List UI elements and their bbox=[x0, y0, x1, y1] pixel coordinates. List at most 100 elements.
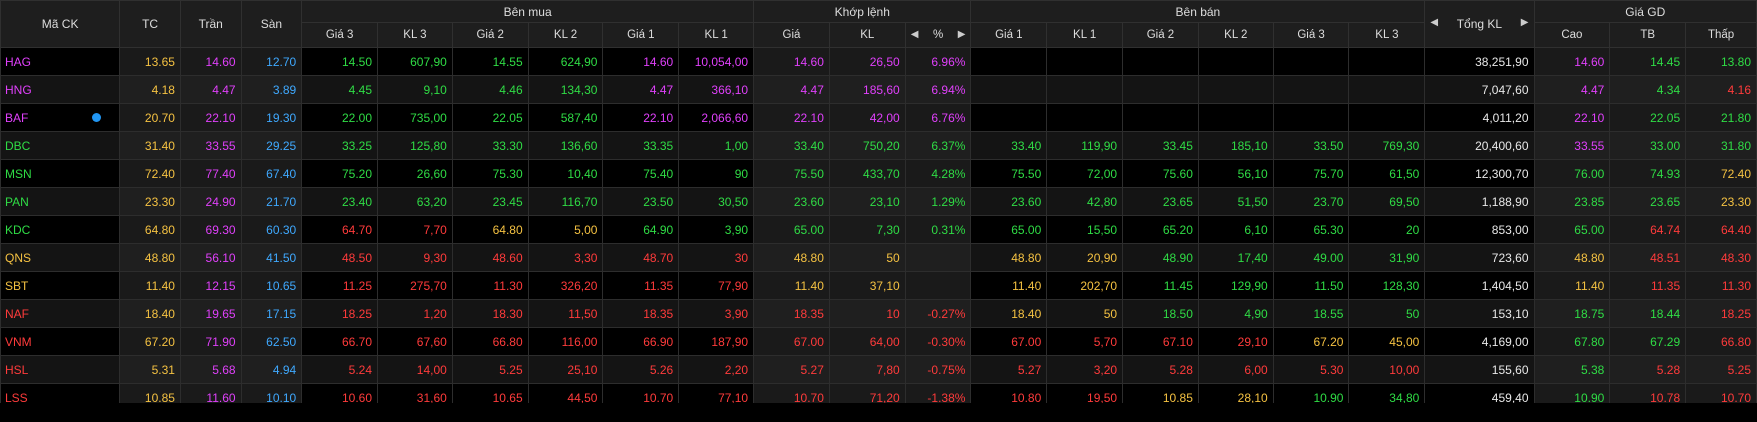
low-cell: 66.80 bbox=[1685, 327, 1757, 356]
table-row[interactable]: BAF 20.70 22.10 19.30 22.00 735,00 22.05 587,40… bbox=[0, 103, 1757, 132]
table-row[interactable]: DBC 31.40 33.55 29.25 33.25 125,80 33.30 136,60… bbox=[0, 131, 1757, 160]
match-change-cell: -0.75% bbox=[904, 355, 972, 384]
symbol-cell[interactable]: SBT bbox=[0, 271, 121, 300]
total-vol-cell: 723,60 bbox=[1424, 243, 1535, 272]
header-total-label[interactable]: Tổng KL bbox=[1457, 17, 1502, 31]
header-buy-price-2[interactable]: Giá 2 bbox=[451, 22, 529, 48]
symbol-cell[interactable]: QNS bbox=[0, 243, 121, 272]
ceil-cell: 4.47 bbox=[179, 75, 242, 104]
ask-vol-cell: 20 bbox=[1348, 215, 1426, 244]
header-buy-vol-3[interactable]: KL 3 bbox=[377, 22, 453, 48]
info-icon[interactable] bbox=[92, 113, 102, 122]
bid-price-cell: 23.40 bbox=[301, 187, 379, 216]
bid-price-cell: 18.35 bbox=[602, 299, 680, 328]
match-change-cell: 1.29% bbox=[904, 187, 972, 216]
bid-price-cell: 11.30 bbox=[451, 271, 529, 300]
header-high[interactable]: Cao bbox=[1533, 22, 1611, 48]
table-row[interactable]: HSL 5.31 5.68 4.94 5.24 14,00 5.25 25,10 5.26 2,2… bbox=[0, 355, 1757, 384]
match-change-cell: 6.37% bbox=[904, 131, 972, 160]
table-row[interactable]: QNS 48.80 56.10 41.50 48.50 9,30 48.60 3,30 48.7… bbox=[0, 243, 1757, 272]
symbol-cell[interactable]: HSL bbox=[0, 355, 121, 384]
ceil-cell: 33.55 bbox=[179, 131, 242, 160]
header-match-price[interactable]: Giá bbox=[753, 22, 830, 48]
prev-column-arrow-icon[interactable]: ◀ bbox=[1430, 17, 1438, 28]
header-sell-price-3[interactable]: Giá 3 bbox=[1272, 22, 1350, 48]
ask-price-cell: 65.30 bbox=[1272, 215, 1350, 244]
header-buy-vol-1[interactable]: KL 1 bbox=[678, 22, 755, 48]
header-match-vol[interactable]: KL bbox=[828, 22, 906, 48]
header-floor[interactable]: Sàn bbox=[240, 0, 303, 48]
table-row[interactable]: VNM 67.20 71.90 62.50 66.70 67,60 66.80 116,00 6… bbox=[0, 327, 1757, 356]
bid-vol-cell: 587,40 bbox=[527, 103, 604, 132]
table-row[interactable]: HAG 13.65 14.60 12.70 14.50 607,90 14.55 624,90… bbox=[0, 47, 1757, 76]
ask-vol-cell: 129,90 bbox=[1197, 271, 1274, 300]
total-vol-cell: 1,404,50 bbox=[1424, 271, 1535, 300]
symbol-cell[interactable]: BAF bbox=[0, 103, 121, 132]
header-ref[interactable]: TC bbox=[119, 0, 181, 48]
avg-cell: 5.28 bbox=[1609, 355, 1687, 384]
ask-vol-cell: 4,90 bbox=[1197, 299, 1274, 328]
table-row[interactable]: HNG 4.18 4.47 3.89 4.45 9,10 4.46 134,30 4.47 366… bbox=[0, 75, 1757, 104]
ask-price-cell: 18.50 bbox=[1122, 299, 1199, 328]
match-prev-arrow-icon[interactable]: ◀ bbox=[911, 29, 919, 40]
header-sell-price-2[interactable]: Giá 2 bbox=[1122, 22, 1199, 48]
header-buy-group: Bên mua bbox=[301, 0, 755, 23]
table-row[interactable]: MSN 72.40 77.40 67.40 75.20 26,60 75.30 10,40 75… bbox=[0, 159, 1757, 188]
table-row[interactable]: SBT 11.40 12.15 10.65 11.25 275,70 11.30 326,20… bbox=[0, 271, 1757, 300]
header-sell-vol-2[interactable]: KL 2 bbox=[1197, 22, 1274, 48]
ask-vol-cell bbox=[1348, 103, 1426, 132]
symbol-cell[interactable]: VNM bbox=[0, 327, 121, 356]
ask-price-cell: 33.50 bbox=[1272, 131, 1350, 160]
header-price-group: Giá GD bbox=[1533, 0, 1757, 23]
match-vol-cell: 750,20 bbox=[828, 131, 906, 160]
low-cell: 64.40 bbox=[1685, 215, 1757, 244]
match-next-arrow-icon[interactable]: ▶ bbox=[958, 29, 966, 40]
header-total: ◀ ▶ Tổng KL bbox=[1424, 0, 1535, 48]
next-column-arrow-icon[interactable]: ▶ bbox=[1521, 17, 1529, 28]
header-sell-vol-3[interactable]: KL 3 bbox=[1348, 22, 1426, 48]
header-ceil[interactable]: Trần bbox=[179, 0, 242, 48]
table-row[interactable]: NAF 18.40 19.65 17.15 18.25 1,20 18.30 11,50 18.… bbox=[0, 299, 1757, 328]
match-vol-cell: 10 bbox=[828, 299, 906, 328]
header-avg[interactable]: TB bbox=[1609, 22, 1687, 48]
floor-cell: 19.30 bbox=[240, 103, 303, 132]
table-row[interactable]: KDC 64.80 69.30 60.30 64.70 7,70 64.80 5,00 64.9… bbox=[0, 215, 1757, 244]
symbol-cell[interactable]: DBC bbox=[0, 131, 121, 160]
ask-vol-cell: 31,90 bbox=[1348, 243, 1426, 272]
table-row[interactable]: PAN 23.30 24.90 21.70 23.40 63,20 23.45 116,70 2… bbox=[0, 187, 1757, 216]
symbol-cell[interactable]: NAF bbox=[0, 299, 121, 328]
bid-vol-cell: 5,00 bbox=[527, 215, 604, 244]
ask-price-cell: 23.60 bbox=[970, 187, 1048, 216]
header-match-pct[interactable]: % bbox=[933, 29, 943, 41]
ask-price-cell bbox=[1122, 47, 1199, 76]
avg-cell: 22.05 bbox=[1609, 103, 1687, 132]
symbol-cell[interactable]: HNG bbox=[0, 75, 121, 104]
match-change-cell: -0.27% bbox=[904, 299, 972, 328]
bid-vol-cell: 187,90 bbox=[678, 327, 755, 356]
match-price-cell: 65.00 bbox=[753, 215, 830, 244]
header-buy-vol-2[interactable]: KL 2 bbox=[527, 22, 604, 48]
symbol-cell[interactable]: KDC bbox=[0, 215, 121, 244]
ask-vol-cell: 6,00 bbox=[1197, 355, 1274, 384]
header-sell-price-1[interactable]: Giá 1 bbox=[970, 22, 1048, 48]
symbol-cell[interactable]: PAN bbox=[0, 187, 121, 216]
symbol-cell[interactable]: MSN bbox=[0, 159, 121, 188]
total-vol-cell: 38,251,90 bbox=[1424, 47, 1535, 76]
header-low[interactable]: Thấp bbox=[1685, 22, 1757, 48]
floor-cell: 62.50 bbox=[240, 327, 303, 356]
avg-cell: 67.29 bbox=[1609, 327, 1687, 356]
header-sell-vol-1[interactable]: KL 1 bbox=[1046, 22, 1124, 48]
header-symbol[interactable]: Mã CK bbox=[0, 0, 121, 48]
match-vol-cell: 433,70 bbox=[828, 159, 906, 188]
header-buy-price-1[interactable]: Giá 1 bbox=[602, 22, 680, 48]
symbol-cell[interactable]: HAG bbox=[0, 47, 121, 76]
ask-vol-cell bbox=[1197, 47, 1274, 76]
header-buy-price-3[interactable]: Giá 3 bbox=[301, 22, 379, 48]
total-vol-cell: 12,300,70 bbox=[1424, 159, 1535, 188]
bid-price-cell: 14.50 bbox=[301, 47, 379, 76]
ask-price-cell: 48.80 bbox=[970, 243, 1048, 272]
bid-price-cell: 22.05 bbox=[451, 103, 529, 132]
ref-cell: 67.20 bbox=[119, 327, 181, 356]
ask-vol-cell bbox=[1046, 103, 1124, 132]
ask-vol-cell: 119,90 bbox=[1046, 131, 1124, 160]
